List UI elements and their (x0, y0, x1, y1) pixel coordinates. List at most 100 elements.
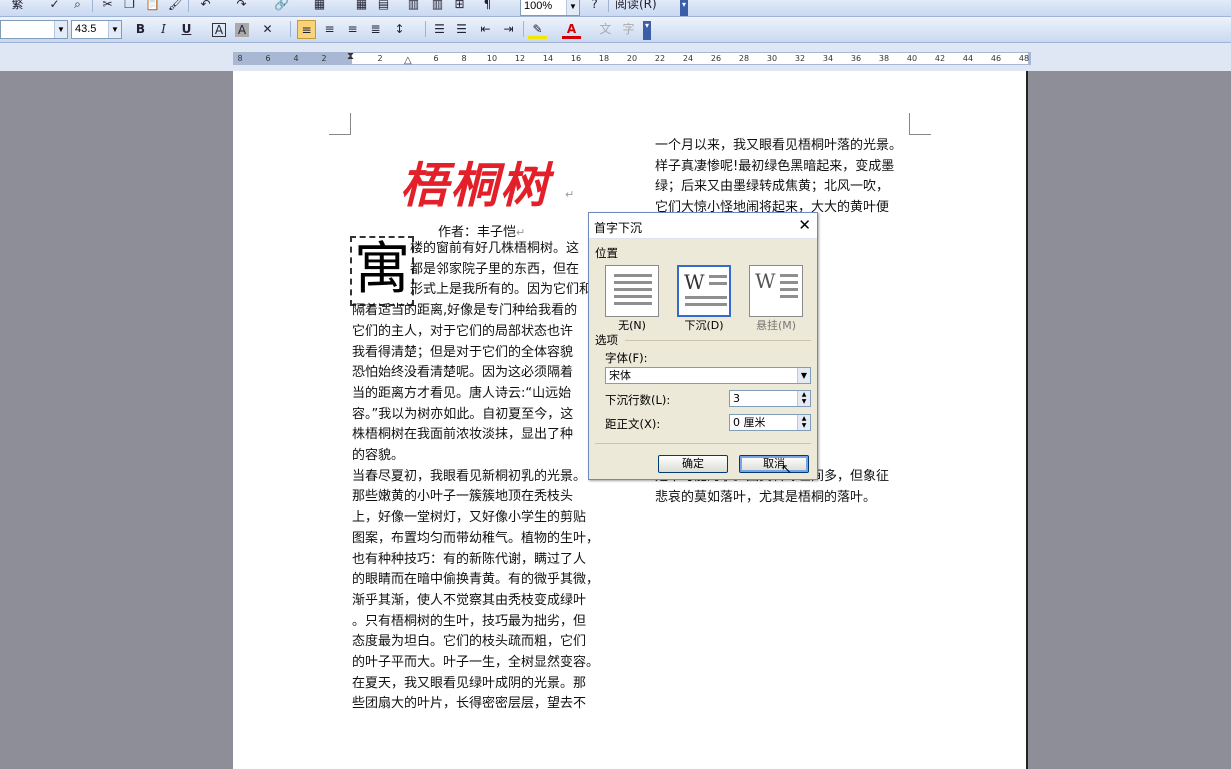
insert-excel-icon[interactable]: ▤ (374, 0, 393, 14)
position-none-option[interactable] (605, 265, 659, 317)
font-name-select[interactable]: ▼ (0, 20, 68, 39)
options-group-label: 选项 (595, 333, 618, 347)
lines-spinner[interactable]: 3 ▲ ▼ (729, 390, 811, 407)
text-line: 。只有梧桐树的生叶，技巧最为拙劣，但 (352, 613, 587, 629)
ruler-tick-label: 6 (265, 54, 271, 63)
increase-indent-icon[interactable]: ⇥ (499, 20, 518, 39)
ok-button[interactable]: 确定 (658, 455, 728, 473)
spin-arrows-icon: ▲ ▼ (797, 415, 810, 430)
distance-spinner[interactable]: 0 厘米 ▲ ▼ (729, 414, 811, 431)
insert-table-icon[interactable]: ▦ (352, 0, 371, 14)
position-margin-label: 悬挂(M) (755, 319, 797, 332)
dialog-titlebar[interactable]: 首字下沉 ✕ (589, 213, 817, 239)
right-indent-marker-icon[interactable]: △ (404, 55, 412, 66)
align-right-icon[interactable]: ≡ (343, 20, 362, 39)
ruler-tick-label: 42 (934, 54, 946, 63)
research-icon[interactable]: ⌕ (68, 0, 87, 14)
margin-corner-top-left (329, 113, 351, 135)
char-shading-button[interactable]: A (235, 23, 249, 37)
zoom-select[interactable]: 100% ▼ (520, 0, 580, 16)
redo-icon[interactable]: ↷ (232, 0, 251, 14)
horizontal-ruler[interactable]: 8 6 4 2 2 6 8 10 12 14 16 18 20 22 24 26 28 30 32 34 36 38 40 4… (0, 43, 1231, 71)
ruler-tick-label: 14 (542, 54, 554, 63)
font-select[interactable]: 宋体 ▼ (605, 367, 811, 384)
margin-cap-w-icon: W (755, 269, 776, 293)
chevron-down-icon: ▼ (54, 21, 67, 38)
show-hide-icon[interactable]: ¶ (478, 0, 497, 14)
toolbar-options-icon[interactable]: ▾ (643, 21, 651, 40)
close-icon[interactable]: ✕ (798, 216, 811, 234)
bold-button[interactable]: B (131, 20, 150, 39)
phonetic-guide-icon[interactable]: 文 (596, 20, 615, 39)
line-spacing-icon[interactable]: ↕ (390, 20, 409, 39)
text-line: 在夏天，我又眼看见绿叶成阴的光景。那 (352, 675, 587, 691)
align-center-icon[interactable]: ≡ (320, 20, 339, 39)
text-line: 图案，布置均匀而带幼稚气。植物的生叶， (352, 530, 600, 546)
align-left-icon[interactable]: ≡ (297, 20, 316, 39)
text-line: 隔着适当的距离,好像是专门种给我看的 (352, 303, 578, 319)
enclose-char-icon[interactable]: 字 (619, 20, 638, 39)
paste-icon[interactable]: 📋 (143, 0, 162, 14)
ruler-tick-label: 8 (461, 54, 467, 63)
text-line: 容。”我以为树亦如此。自初夏至今，这 (352, 406, 574, 422)
cancel-button[interactable]: 取消 (739, 455, 809, 473)
ruler-tick-label: 38 (878, 54, 890, 63)
ruler-tick-label: 32 (794, 54, 806, 63)
spellcheck-icon[interactable]: ✓ (45, 0, 64, 14)
char-border-button[interactable]: A (212, 23, 226, 37)
ruler-tick-label: 28 (738, 54, 750, 63)
reading-mode-button[interactable]: 阅读(R) (615, 0, 675, 14)
cut-icon[interactable]: ✂ (98, 0, 117, 14)
text-line: 我看得清楚；但是对于它们的全体容貌 (352, 344, 574, 360)
formatting-toolbar: ▼ 43.5 ▼ B I U A A ✕ ≡ ≡ ≡ ≣ ↕ ☰ ☰ ⇤ ⇥ ✎ … (0, 17, 1231, 43)
copy-icon[interactable]: ❐ (120, 0, 139, 14)
ruler-tick-label: 40 (906, 54, 918, 63)
font-color-button[interactable]: A (562, 20, 581, 39)
position-dropped-option[interactable]: W (677, 265, 731, 317)
traditional-chinese-button[interactable]: 繁 (8, 0, 27, 14)
text-line: 也有种种技巧：有的新陈代谢，瞒过了人 (352, 551, 587, 567)
text-line: 当春尽夏初，我眼看见新桐初乳的光景。 (352, 468, 587, 484)
ruler-tick-label: 20 (626, 54, 638, 63)
chevron-down-icon: ▼ (108, 21, 121, 38)
decrease-indent-icon[interactable]: ⇤ (476, 20, 495, 39)
ruler-tick-label: 26 (710, 54, 722, 63)
text-line: 上，好像一堂树灯，又好像小学生的剪贴 (352, 510, 587, 526)
hyperlink-icon[interactable]: 🔗 (272, 0, 291, 14)
text-line: 悲哀的莫如落叶，尤其是梧桐的落叶。 (655, 489, 877, 505)
position-margin-option[interactable]: W (749, 265, 803, 317)
ruler-tick-label: 2 (377, 54, 383, 63)
numbering-icon[interactable]: ☰ (430, 20, 449, 39)
text-line: 渐乎其渐，使人不觉察其由秃枝变成绿叶 (352, 592, 587, 608)
text-line: 楼的窗前有好几株梧桐树。这 (410, 241, 580, 256)
help-icon[interactable]: ? (585, 0, 604, 14)
italic-button[interactable]: I (154, 20, 173, 39)
text-line: 当的距离方才看见。唐人诗云:“山远始 (352, 385, 572, 401)
columns-icon[interactable]: ▥ (404, 0, 423, 14)
text-line: 态度最为坦白。它们的枝头疏而粗，它们 (352, 634, 587, 650)
document-author: 作者：丰子恺↵ (438, 225, 526, 240)
font-size-select[interactable]: 43.5 ▼ (71, 20, 122, 39)
justify-icon[interactable]: ≣ (366, 20, 385, 39)
ruler-tick-label: 6 (433, 54, 439, 63)
toolbar-options-icon[interactable]: ▾ (680, 0, 688, 16)
bullets-icon[interactable]: ☰ (452, 20, 471, 39)
drop-cap-dialog: 首字下沉 ✕ 位置 无(N) W 下沉(D) W 悬挂(M) 选项 字体(F):… (588, 212, 818, 480)
tables-borders-icon[interactable]: ▦ (310, 0, 329, 14)
spin-arrows-icon: ▲ ▼ (797, 391, 810, 406)
format-painter-icon[interactable]: 🖌 (166, 0, 185, 14)
underline-button[interactable]: U (177, 20, 196, 39)
text-line: 些团扇大的叶片，长得密密层层，望去不 (352, 696, 587, 712)
highlight-icon[interactable]: ✎ (528, 20, 547, 39)
text-line: 绿；后来又由墨绿转成焦黄；北风一吹， (655, 179, 890, 195)
char-scaling-icon[interactable]: ✕ (258, 20, 277, 39)
doc-map-icon[interactable]: ⊞ (450, 0, 469, 14)
document-title: 梧桐树 (400, 160, 551, 213)
standard-toolbar: 繁 ✓ ⌕ ✂ ❐ 📋 🖌 ↶ ↷ 🔗 ▦ ▦ ▤ ▥ ▥ ⊞ ¶ 100% ▼ … (0, 0, 1231, 17)
ruler-tick-label: 44 (962, 54, 974, 63)
ruler-tick-label: 2 (321, 54, 327, 63)
indent-marker-icon[interactable]: ⧗ (347, 51, 354, 62)
undo-icon[interactable]: ↶ (196, 0, 215, 14)
drawing-icon[interactable]: ▥ (428, 0, 447, 14)
position-group-label: 位置 (595, 246, 618, 260)
